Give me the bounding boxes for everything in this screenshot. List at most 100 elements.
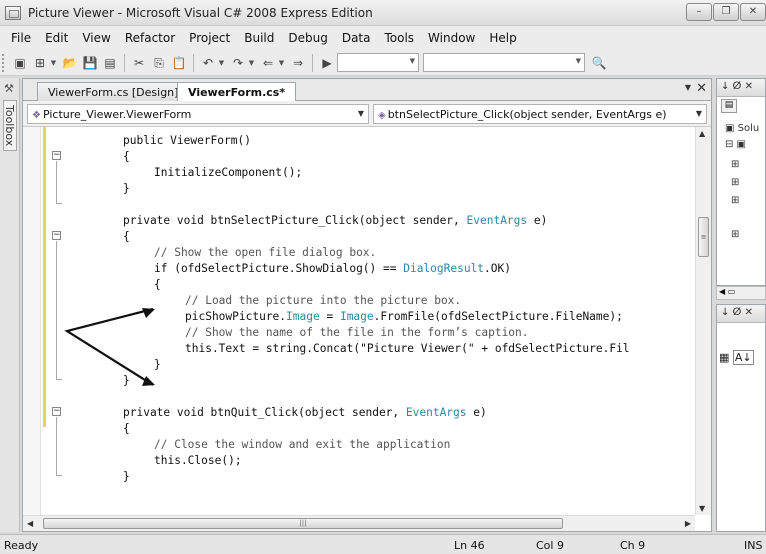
code-line[interactable]: private void btnQuit_Click(object sender… — [123, 405, 487, 421]
vertical-scrollbar[interactable]: ▲ ≡ ▼ — [695, 127, 711, 515]
save-icon[interactable]: 💾 — [82, 55, 98, 71]
code-editor[interactable]: − − − public ViewerForm(){InitializeComp… — [23, 127, 695, 515]
menu-tools[interactable]: Tools — [377, 31, 421, 45]
scroll-down-icon[interactable]: ▼ — [699, 504, 705, 513]
navigate-backward-icon[interactable]: ⇐ — [260, 55, 276, 71]
scroll-up-icon[interactable]: ▲ — [699, 129, 705, 138]
open-file-icon[interactable]: 📂 — [62, 55, 78, 71]
chevron-down-icon: ▼ — [409, 57, 415, 65]
code-line[interactable]: if (ofdSelectPicture.ShowDialog() == Dia… — [154, 261, 511, 277]
arrowhead-icon — [142, 308, 155, 318]
menu-data[interactable]: Data — [335, 31, 378, 45]
arrowhead-icon — [142, 376, 155, 386]
code-line[interactable]: { — [123, 149, 130, 165]
menu-help[interactable]: Help — [482, 31, 523, 45]
solution-configuration-combo[interactable]: ▼ — [337, 53, 419, 72]
collapse-icon[interactable]: − — [52, 231, 61, 240]
menu-project[interactable]: Project — [182, 31, 237, 45]
categorized-icon[interactable]: ▦ — [719, 351, 729, 364]
active-files-dropdown-icon[interactable]: ▼ — [685, 83, 691, 92]
code-line[interactable]: InitializeComponent(); — [154, 165, 302, 181]
code-line[interactable]: { — [123, 229, 130, 245]
close-button[interactable]: ✕ — [740, 3, 766, 21]
add-item-dropdown-icon[interactable]: ▼ — [50, 59, 57, 67]
class-icon: ❖ — [32, 110, 41, 121]
code-line[interactable]: // Show the open file dialog box. — [154, 245, 376, 261]
vertical-scroll-thumb[interactable]: ≡ — [698, 217, 709, 257]
properties-header[interactable]: ↓ ⵁ ✕ — [717, 305, 765, 323]
undo-icon[interactable]: ↶ — [200, 55, 216, 71]
project-node[interactable]: ⊟ ▣ — [725, 139, 746, 150]
scroll-right-icon[interactable]: ▶ — [685, 519, 691, 528]
menu-window[interactable]: Window — [421, 31, 482, 45]
add-item-icon[interactable]: ⊞ — [32, 55, 48, 71]
code-line[interactable]: // Load the picture into the picture box… — [185, 293, 461, 309]
outline-guide — [56, 417, 57, 475]
solution-explorer-header[interactable]: ↓ ⵁ ✕ — [717, 79, 765, 97]
maximize-button[interactable]: ❐ — [713, 3, 739, 21]
redo-icon[interactable]: ↷ — [230, 55, 246, 71]
collapse-icon[interactable]: − — [52, 407, 61, 416]
code-line[interactable]: { — [123, 421, 130, 437]
horizontal-scroll-thumb[interactable]: ||| — [43, 518, 563, 529]
status-line: Ln 46 — [454, 539, 485, 552]
tree-node[interactable]: ⊞ — [731, 229, 739, 240]
minimize-button[interactable]: – — [686, 3, 712, 21]
code-line[interactable]: { — [154, 277, 161, 293]
menu-refactor[interactable]: Refactor — [118, 31, 182, 45]
alphabetical-icon[interactable]: A↓ — [732, 350, 754, 365]
navigate-forward-icon[interactable]: ⇒ — [290, 55, 306, 71]
solution-explorer-hscroll[interactable]: ◀ ▭ — [716, 286, 766, 300]
tree-node[interactable]: ⊞ — [731, 177, 739, 188]
solution-explorer-panel: ↓ ⵁ ✕ ▤ ▣ Solu ⊟ ▣ ⊞ ⊞ ⊞ ⊞ — [716, 78, 766, 286]
menu-file[interactable]: File — [4, 31, 38, 45]
tab-viewerform-code[interactable]: ViewerForm.cs* — [177, 82, 297, 102]
code-line[interactable]: } — [123, 373, 130, 389]
navigate-backward-dropdown-icon[interactable]: ▼ — [278, 59, 285, 67]
properties-panel: ↓ ⵁ ✕ ▦ A↓ — [716, 304, 766, 532]
class-combo[interactable]: ❖ Picture_Viewer.ViewerForm ▼ — [27, 104, 369, 124]
undo-dropdown-icon[interactable]: ▼ — [218, 59, 225, 67]
code-line[interactable]: // Close the window and exit the applica… — [154, 437, 450, 453]
copy-icon[interactable]: ⎘ — [151, 55, 167, 71]
status-character: Ch 9 — [620, 539, 646, 552]
member-combo[interactable]: ◈ btnSelectPicture_Click(object sender, E… — [373, 104, 707, 124]
solution-node[interactable]: ▣ Solu — [725, 123, 759, 134]
properties-toolbar-icon[interactable]: ▤ — [721, 99, 737, 113]
close-document-icon[interactable]: ✕ — [696, 81, 707, 96]
menu-build[interactable]: Build — [237, 31, 281, 45]
toolbar-grip[interactable] — [2, 53, 6, 72]
toolbox-tab[interactable]: Toolbox — [3, 100, 17, 152]
save-all-icon[interactable]: ▤ — [102, 55, 118, 71]
toolbox-icon[interactable]: ⚒ — [4, 82, 14, 95]
code-line[interactable]: public ViewerForm() — [123, 133, 251, 149]
tree-node[interactable]: ⊞ — [731, 159, 739, 170]
tab-viewerform-design[interactable]: ViewerForm.cs [Design]* — [37, 82, 195, 101]
code-line[interactable]: // Show the name of the file in the form… — [185, 325, 529, 341]
code-line[interactable]: picShowPicture.Image = Image.FromFile(of… — [185, 309, 623, 325]
code-line[interactable]: } — [123, 181, 130, 197]
start-debugging-icon[interactable]: ▶ — [319, 55, 335, 71]
code-line[interactable]: this.Close(); — [154, 453, 242, 469]
chevron-down-icon: ▼ — [695, 109, 702, 118]
paste-icon[interactable]: 📋 — [171, 55, 187, 71]
menu-debug[interactable]: Debug — [281, 31, 334, 45]
find-in-files-icon[interactable]: 🔍 — [591, 55, 607, 71]
scroll-left-icon[interactable]: ◀ — [27, 519, 33, 528]
code-line[interactable]: private void btnSelectPicture_Click(obje… — [123, 213, 547, 229]
method-icon: ◈ — [378, 110, 386, 121]
code-line[interactable]: } — [154, 357, 161, 373]
toolbar-separator — [193, 53, 194, 72]
code-line[interactable]: this.Text = string.Concat("Picture Viewe… — [185, 341, 630, 357]
code-line[interactable]: } — [123, 469, 130, 485]
menu-edit[interactable]: Edit — [38, 31, 75, 45]
redo-dropdown-icon[interactable]: ▼ — [248, 59, 255, 67]
menu-view[interactable]: View — [75, 31, 117, 45]
tree-node[interactable]: ⊞ — [731, 195, 739, 206]
horizontal-scrollbar[interactable]: ◀ ||| ▶ — [23, 515, 695, 531]
find-combo[interactable]: ▼ — [423, 53, 585, 72]
cut-icon[interactable]: ✂ — [131, 55, 147, 71]
new-project-icon[interactable]: ▣ — [12, 55, 28, 71]
collapse-icon[interactable]: − — [52, 151, 61, 160]
app-icon — [5, 6, 21, 20]
